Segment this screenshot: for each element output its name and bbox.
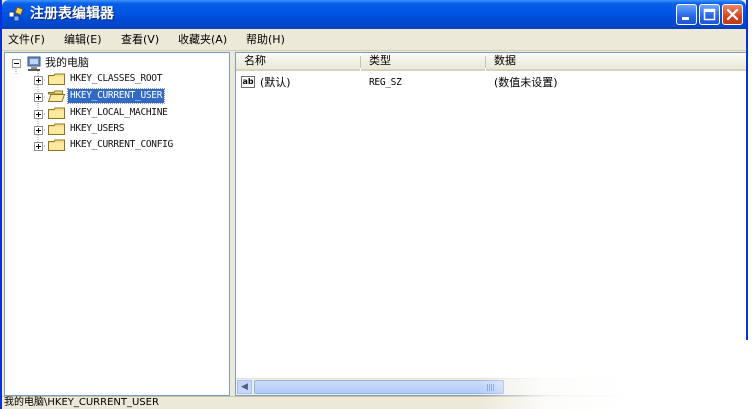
tree-node-hklm[interactable]: HKEY_LOCAL_MACHINE [5, 106, 229, 122]
scroll-thumb[interactable] [254, 380, 504, 394]
registry-editor-icon [8, 7, 24, 22]
tree-node-label[interactable]: HKEY_CURRENT_USER [66, 88, 166, 104]
column-header-type[interactable]: 类型 [361, 53, 485, 71]
title-bar[interactable]: 注册表编辑器 [2, 0, 746, 29]
open-folder-icon [48, 90, 65, 102]
image-fade-overlay [478, 340, 752, 409]
tree-node-label[interactable]: HKEY_CLASSES_ROOT [68, 72, 164, 86]
status-path: 我的电脑\HKEY_CURRENT_USER [4, 397, 159, 408]
maximize-icon [703, 8, 716, 21]
menu-view[interactable]: 查看(V) [121, 33, 159, 47]
folder-icon [48, 107, 65, 119]
value-name[interactable]: (默认) [260, 76, 291, 90]
folder-icon [48, 139, 65, 151]
value-data: (数值未设置) [494, 76, 558, 89]
window-title: 注册表编辑器 [30, 6, 114, 22]
menu-bar: 文件(F) 编辑(E) 查看(V) 收藏夹(A) 帮助(H) [2, 30, 746, 51]
folder-icon [48, 123, 65, 135]
tree-node-hkcu[interactable]: HKEY_CURRENT_USER [5, 88, 229, 105]
tree-node-hkcr[interactable]: HKEY_CLASSES_ROOT [5, 72, 229, 88]
close-icon [726, 8, 739, 21]
folder-icon [48, 73, 65, 85]
tree-node-hku[interactable]: HKEY_USERS [5, 122, 229, 138]
menu-edit[interactable]: 编辑(E) [64, 33, 102, 47]
menu-favorites[interactable]: 收藏夹(A) [178, 33, 227, 47]
expand-toggle[interactable] [34, 142, 43, 151]
minimize-button[interactable] [676, 4, 697, 25]
expand-toggle[interactable] [34, 110, 43, 119]
value-type: REG_SZ [369, 77, 402, 88]
tree-node-root[interactable]: 我的电脑 [5, 56, 229, 72]
column-header-data[interactable]: 数据 [486, 53, 746, 71]
registry-tree[interactable]: 我的电脑 HKEY_CLASSES_ROOT HKEY_CURRENT_USER… [4, 52, 230, 396]
tree-node-label[interactable]: HKEY_LOCAL_MACHINE [68, 106, 170, 120]
computer-icon [27, 56, 41, 71]
menu-file[interactable]: 文件(F) [8, 33, 45, 47]
expand-toggle[interactable] [34, 126, 43, 135]
minimize-icon [682, 17, 689, 20]
tree-node-hkcc[interactable]: HKEY_CURRENT_CONFIG [5, 138, 229, 154]
expand-toggle[interactable] [34, 93, 43, 102]
maximize-button[interactable] [699, 4, 720, 25]
scroll-left-button[interactable]: ◀ [237, 380, 252, 394]
tree-node-label[interactable]: 我的电脑 [43, 56, 91, 70]
tree-node-label[interactable]: HKEY_USERS [68, 122, 126, 136]
column-header-name[interactable]: 名称 [236, 53, 360, 71]
chevron-left-icon: ◀ [241, 382, 248, 392]
list-item[interactable]: ab (默认) REG_SZ (数值未设置) [236, 73, 746, 91]
expand-toggle[interactable] [34, 76, 43, 85]
close-button[interactable] [722, 4, 743, 25]
tree-node-label[interactable]: HKEY_CURRENT_CONFIG [68, 138, 175, 152]
string-value-icon: ab [241, 76, 255, 88]
menu-help[interactable]: 帮助(H) [246, 33, 285, 47]
collapse-toggle[interactable] [12, 59, 21, 68]
